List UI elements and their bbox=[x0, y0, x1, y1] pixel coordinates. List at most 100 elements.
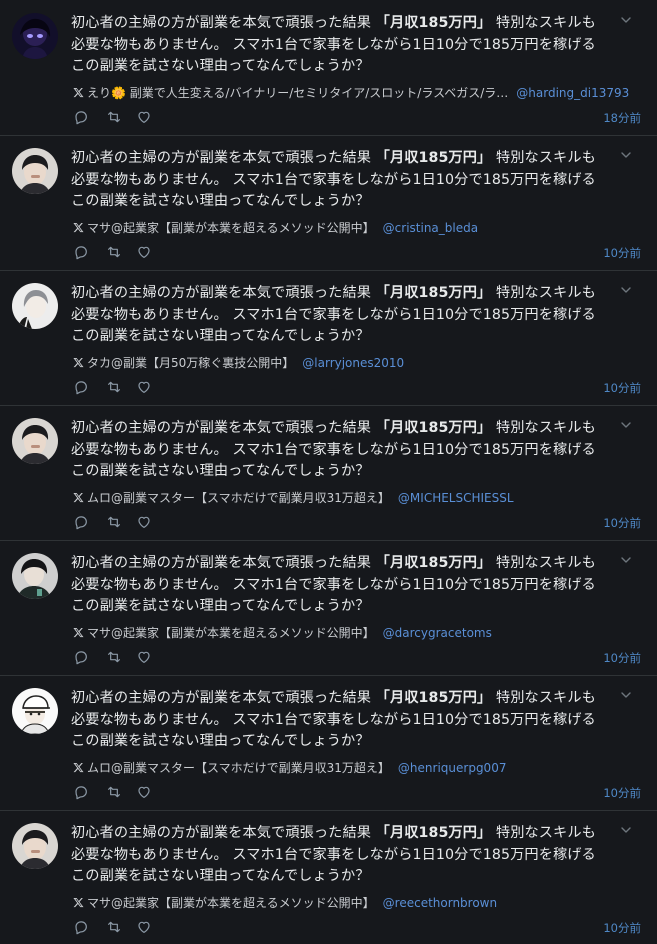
tweet-item[interactable]: 初心者の主婦の方が副業を本気で頑張った結果 「月収185万円」 特別なスキルも … bbox=[0, 136, 657, 271]
tweet-meta: ムロ@副業マスター【スマホだけで副業月収31万超え】 @henriquerpg00… bbox=[73, 760, 638, 776]
x-logo-icon bbox=[73, 222, 84, 233]
timestamp[interactable]: 10分前 bbox=[603, 920, 641, 936]
heart-icon[interactable] bbox=[136, 244, 152, 260]
retweet-icon[interactable] bbox=[106, 919, 122, 935]
tweet-item[interactable]: 初心者の主婦の方が副業を本気で頑張った結果 「月収185万円」 特別なスキルも … bbox=[0, 1, 657, 136]
retweet-icon[interactable] bbox=[106, 109, 122, 125]
tweet-text-line1-pre: 初心者の主婦の方が副業を本気で頑張った結果 bbox=[71, 555, 376, 571]
reply-icon[interactable] bbox=[73, 649, 89, 665]
chevron-down-icon[interactable] bbox=[619, 418, 633, 432]
tweet-text-line1-post: 特別なスキルも bbox=[491, 690, 596, 706]
tweet-text-line1-pre: 初心者の主婦の方が副業を本気で頑張った結果 bbox=[71, 690, 376, 706]
tweet-meta: マサ@起業家【副業が本業を超えるメソッド公開中】 @reecethornbrown bbox=[73, 895, 638, 911]
tweet-text-highlight: 「月収185万円」 bbox=[375, 15, 492, 31]
chevron-down-icon[interactable] bbox=[619, 148, 633, 162]
avatar[interactable] bbox=[12, 418, 58, 464]
chevron-down-icon[interactable] bbox=[619, 823, 633, 837]
x-logo-icon bbox=[73, 357, 84, 368]
tweet-text-line1-pre: 初心者の主婦の方が副業を本気で頑張った結果 bbox=[71, 420, 376, 436]
tweet-meta: タカ@副業【月50万稼ぐ裏技公開中】 @larryjones2010 bbox=[73, 355, 638, 371]
tweet-text-highlight: 「月収185万円」 bbox=[375, 420, 492, 436]
reply-icon[interactable] bbox=[73, 514, 89, 530]
timestamp[interactable]: 10分前 bbox=[603, 515, 641, 531]
timestamp[interactable]: 18分前 bbox=[603, 110, 641, 126]
avatar[interactable] bbox=[12, 148, 58, 194]
avatar[interactable] bbox=[12, 823, 58, 869]
avatar[interactable] bbox=[12, 553, 58, 599]
retweet-icon[interactable] bbox=[106, 514, 122, 530]
tweet-text-line3: この副業を試さない理由ってなんでしょうか？ bbox=[71, 868, 370, 884]
tweet-text-highlight: 「月収185万円」 bbox=[375, 825, 492, 841]
reply-icon[interactable] bbox=[73, 244, 89, 260]
chevron-down-icon[interactable] bbox=[619, 13, 633, 27]
author-handle[interactable]: @darcygracetoms bbox=[383, 626, 492, 640]
x-logo-icon bbox=[73, 762, 84, 773]
tweet-meta: えり🌼 副業で人生変える/バイナリー/セミリタイア/スロット/ラスベガス/ラ… @… bbox=[73, 85, 638, 101]
reply-icon[interactable] bbox=[73, 919, 89, 935]
timestamp[interactable]: 10分前 bbox=[603, 245, 641, 261]
chevron-down-icon[interactable] bbox=[619, 553, 633, 567]
author-handle[interactable]: @harding_di13793 bbox=[516, 86, 629, 100]
tweet-item[interactable]: 初心者の主婦の方が副業を本気で頑張った結果 「月収185万円」 特別なスキルも … bbox=[0, 406, 657, 541]
retweet-icon[interactable] bbox=[106, 244, 122, 260]
author-name[interactable]: ムロ@副業マスター【スマホだけで副業月収31万超え】 bbox=[87, 761, 390, 775]
retweet-icon[interactable] bbox=[106, 649, 122, 665]
reply-icon[interactable] bbox=[73, 784, 89, 800]
tweet-text-line3: この副業を試さない理由ってなんでしょうか？ bbox=[71, 58, 370, 74]
avatar[interactable] bbox=[12, 688, 58, 734]
tweet-item[interactable]: 初心者の主婦の方が副業を本気で頑張った結果 「月収185万円」 特別なスキルも … bbox=[0, 541, 657, 676]
x-logo-icon bbox=[73, 87, 84, 98]
tweet-text: 初心者の主婦の方が副業を本気で頑張った結果 「月収185万円」 特別なスキルも … bbox=[71, 553, 606, 618]
tweet-text: 初心者の主婦の方が副業を本気で頑張った結果 「月収185万円」 特別なスキルも … bbox=[71, 418, 606, 483]
heart-icon[interactable] bbox=[136, 649, 152, 665]
tweet-text-line3: この副業を試さない理由ってなんでしょうか？ bbox=[71, 328, 370, 344]
tweet-text-line1-post: 特別なスキルも bbox=[491, 825, 596, 841]
author-handle[interactable]: @henriquerpg007 bbox=[398, 761, 507, 775]
tweet-feed: 初心者の主婦の方が副業を本気で頑張った結果 「月収185万円」 特別なスキルも … bbox=[0, 0, 657, 944]
author-name[interactable]: タカ@副業【月50万稼ぐ裏技公開中】 bbox=[87, 356, 294, 370]
tweet-item[interactable]: 初心者の主婦の方が副業を本気で頑張った結果 「月収185万円」 特別なスキルも … bbox=[0, 811, 657, 944]
author-name[interactable]: ムロ@副業マスター【スマホだけで副業月収31万超え】 bbox=[87, 491, 390, 505]
author-name[interactable]: マサ@起業家【副業が本業を超えるメソッド公開中】 bbox=[87, 221, 375, 235]
author-handle[interactable]: @cristina_bleda bbox=[383, 221, 478, 235]
tweet-text: 初心者の主婦の方が副業を本気で頑張った結果 「月収185万円」 特別なスキルも … bbox=[71, 688, 606, 753]
tweet-text: 初心者の主婦の方が副業を本気で頑張った結果 「月収185万円」 特別なスキルも … bbox=[71, 283, 606, 348]
reply-icon[interactable] bbox=[73, 379, 89, 395]
heart-icon[interactable] bbox=[136, 919, 152, 935]
chevron-down-icon[interactable] bbox=[619, 688, 633, 702]
tweet-text-highlight: 「月収185万円」 bbox=[375, 690, 492, 706]
tweet-text-line3: この副業を試さない理由ってなんでしょうか？ bbox=[71, 598, 370, 614]
heart-icon[interactable] bbox=[136, 514, 152, 530]
author-handle[interactable]: @MICHELSCHIESSL bbox=[398, 491, 514, 505]
tweet-item[interactable]: 初心者の主婦の方が副業を本気で頑張った結果 「月収185万円」 特別なスキルも … bbox=[0, 676, 657, 811]
avatar[interactable] bbox=[12, 13, 58, 59]
tweet-text-line1-post: 特別なスキルも bbox=[491, 150, 596, 166]
tweet-text-line2: 必要な物もありません。 スマホ1台で家事をしながら1日10分で185万円を稼げる bbox=[71, 711, 596, 728]
author-name[interactable]: マサ@起業家【副業が本業を超えるメソッド公開中】 bbox=[87, 896, 375, 910]
tweet-text-line1-post: 特別なスキルも bbox=[491, 420, 596, 436]
tweet-meta: マサ@起業家【副業が本業を超えるメソッド公開中】 @cristina_bleda bbox=[73, 220, 638, 236]
chevron-down-icon[interactable] bbox=[619, 283, 633, 297]
heart-icon[interactable] bbox=[136, 379, 152, 395]
tweet-item[interactable]: 初心者の主婦の方が副業を本気で頑張った結果 「月収185万円」 特別なスキルも … bbox=[0, 271, 657, 406]
author-handle[interactable]: @larryjones2010 bbox=[302, 356, 404, 370]
retweet-icon[interactable] bbox=[106, 379, 122, 395]
timestamp[interactable]: 10分前 bbox=[603, 650, 641, 666]
x-logo-icon bbox=[73, 627, 84, 638]
heart-icon[interactable] bbox=[136, 109, 152, 125]
author-name[interactable]: マサ@起業家【副業が本業を超えるメソッド公開中】 bbox=[87, 626, 375, 640]
tweet-text-line2: 必要な物もありません。 スマホ1台で家事をしながら1日10分で185万円を稼げる bbox=[71, 846, 596, 863]
avatar[interactable] bbox=[12, 283, 58, 329]
tweet-text-line3: この副業を試さない理由ってなんでしょうか？ bbox=[71, 463, 370, 479]
tweet-text-line2: 必要な物もありません。 スマホ1台で家事をしながら1日10分で185万円を稼げる bbox=[71, 36, 596, 53]
tweet-text-line1-post: 特別なスキルも bbox=[491, 285, 596, 301]
tweet-text-line1-pre: 初心者の主婦の方が副業を本気で頑張った結果 bbox=[71, 825, 376, 841]
heart-icon[interactable] bbox=[136, 784, 152, 800]
tweet-text-highlight: 「月収185万円」 bbox=[375, 285, 492, 301]
timestamp[interactable]: 10分前 bbox=[603, 380, 641, 396]
author-handle[interactable]: @reecethornbrown bbox=[383, 896, 497, 910]
timestamp[interactable]: 10分前 bbox=[603, 785, 641, 801]
author-name[interactable]: えり🌼 副業で人生変える/バイナリー/セミリタイア/スロット/ラスベガス/ラ… bbox=[87, 86, 508, 100]
reply-icon[interactable] bbox=[73, 109, 89, 125]
retweet-icon[interactable] bbox=[106, 784, 122, 800]
